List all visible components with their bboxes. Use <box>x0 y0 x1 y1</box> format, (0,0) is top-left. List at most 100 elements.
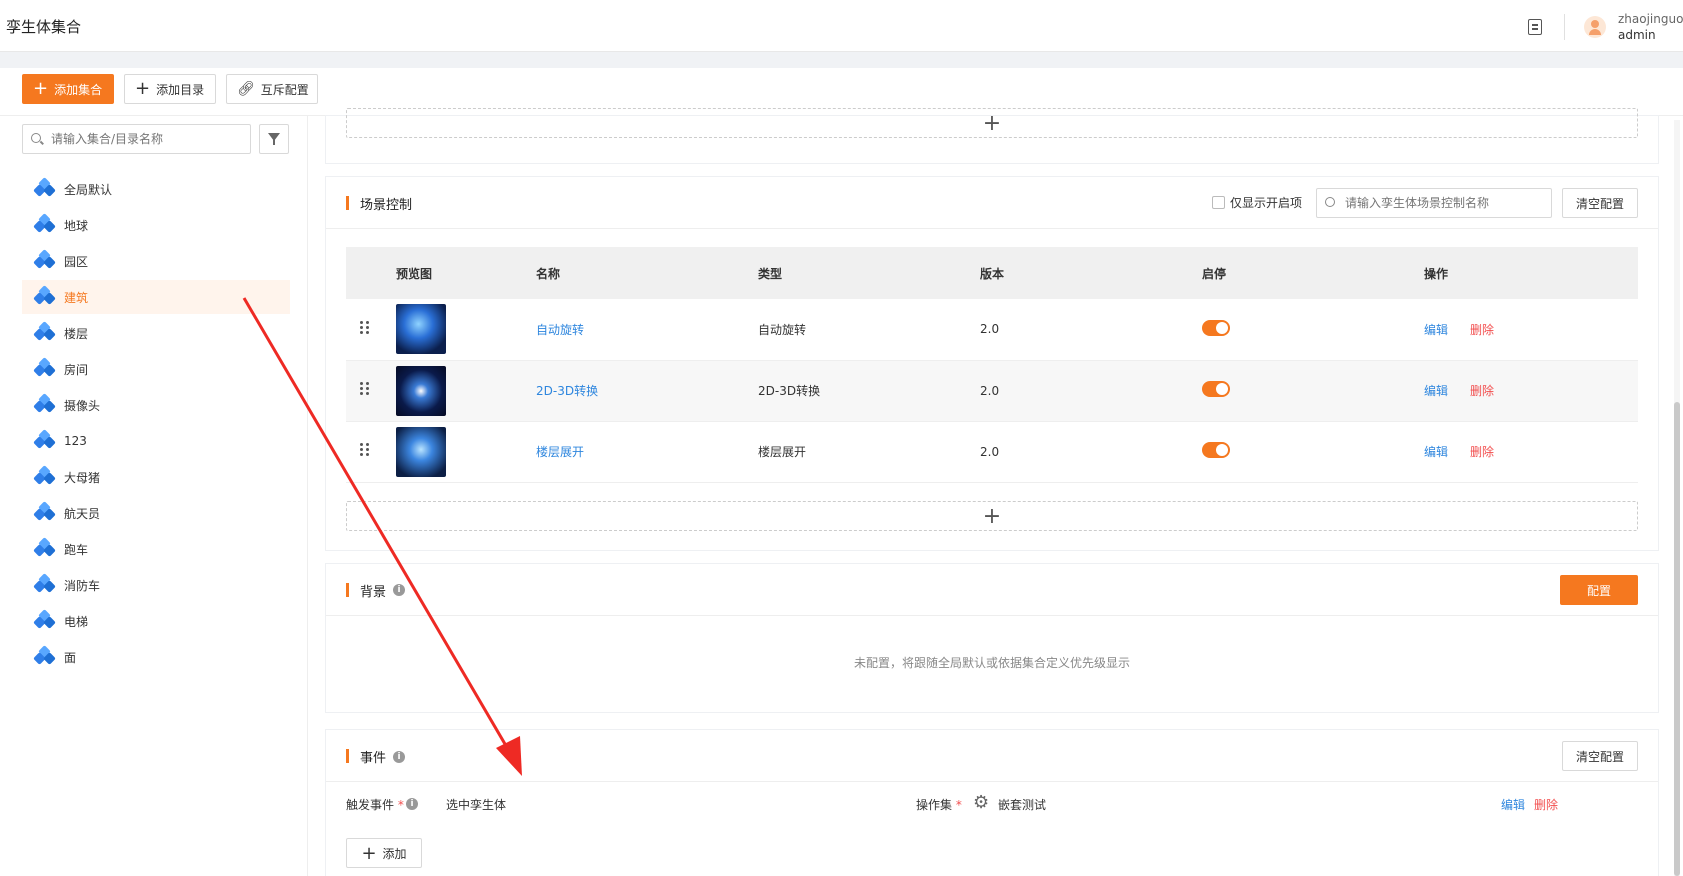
sidebar-item-label: 楼层 <box>64 326 89 341</box>
version-cell: 2.0 <box>980 421 1202 483</box>
user-name: zhaojinguo <box>1618 12 1683 26</box>
table-row[interactable]: 楼层展开 楼层展开 2.0 编辑 删除 <box>346 421 1638 483</box>
delete-link[interactable]: 删除 <box>1470 323 1494 337</box>
drag-handle-icon[interactable] <box>360 443 370 457</box>
avatar[interactable] <box>1584 16 1606 38</box>
add-event-button[interactable]: + 添加 <box>346 838 422 868</box>
scene-search-input[interactable] <box>1345 194 1545 212</box>
sidebar-item[interactable]: 摄像头 <box>22 388 290 422</box>
only-enabled-label: 仅显示开启项 <box>1230 196 1303 210</box>
scene-type: 自动旋转 <box>758 322 807 337</box>
table-row[interactable]: 自动旋转 自动旋转 2.0 编辑 删除 <box>346 299 1638 361</box>
action-set-value: 嵌套测试 <box>998 798 1047 812</box>
add-event-label: 添加 <box>382 846 407 861</box>
preview-thumbnail <box>396 304 446 355</box>
drag-cell[interactable] <box>346 421 396 483</box>
sidebar-item[interactable]: 面 <box>22 640 290 674</box>
scene-type: 2D-3D转换 <box>758 384 821 398</box>
scene-type: 楼层展开 <box>758 445 807 459</box>
edit-link[interactable]: 编辑 <box>1424 384 1448 398</box>
info-icon[interactable]: i <box>393 751 405 763</box>
sidebar-item[interactable]: 全局默认 <box>22 172 290 206</box>
name-cell: 自动旋转 <box>536 299 758 361</box>
table-row[interactable]: 2D-3D转换 2D-3D转换 2.0 编辑 删除 <box>346 360 1638 422</box>
sidebar-item-label: 消防车 <box>64 578 101 593</box>
toggle-cell <box>1202 421 1424 483</box>
events-panel-title: 事件 <box>360 751 387 766</box>
info-icon[interactable]: i <box>406 798 418 810</box>
preview-thumbnail <box>396 426 446 477</box>
top-panel: + <box>326 108 1658 163</box>
sidebar-item-label: 建筑 <box>64 290 89 305</box>
background-config-button[interactable]: 配置 <box>1560 575 1638 605</box>
column-header: 类型 <box>758 247 980 299</box>
scrollbar-thumb[interactable] <box>1674 402 1680 876</box>
sidebar-item[interactable]: 123 <box>22 424 290 458</box>
toggle-cell <box>1202 299 1424 361</box>
sidebar-item[interactable]: 楼层 <box>22 316 290 350</box>
preview-cell <box>396 421 536 483</box>
edit-link[interactable]: 编辑 <box>1424 323 1448 337</box>
cube-cluster-icon <box>33 645 56 667</box>
sidebar-item[interactable]: 跑车 <box>22 532 290 566</box>
drag-cell[interactable] <box>346 360 396 422</box>
sidebar-item-label: 园区 <box>64 254 89 269</box>
sidebar-item[interactable]: 建筑 <box>22 280 290 314</box>
edit-link[interactable]: 编辑 <box>1424 445 1448 459</box>
scene-version: 2.0 <box>980 383 1000 398</box>
sidebar-item[interactable]: 房间 <box>22 352 290 386</box>
info-icon[interactable]: i <box>393 584 405 596</box>
scene-clear-button[interactable]: 清空配置 <box>1562 188 1638 218</box>
drag-cell[interactable] <box>346 299 396 361</box>
event-delete-link[interactable]: 删除 <box>1534 796 1558 813</box>
cube-cluster-icon <box>33 465 56 487</box>
sidebar-item[interactable]: 消防车 <box>22 568 290 602</box>
required-mark: * <box>952 798 962 812</box>
scene-name-link[interactable]: 自动旋转 <box>536 323 584 337</box>
plus-icon: + <box>33 78 49 99</box>
event-edit-link[interactable]: 编辑 <box>1501 796 1525 813</box>
trigger-event-value: 选中孪生体 <box>446 798 507 812</box>
app-header: 孪生体集合 zhaojinguo admin <box>0 0 1683 52</box>
enable-toggle[interactable] <box>1202 442 1230 458</box>
drag-handle-icon[interactable] <box>360 382 370 396</box>
sidebar-item[interactable]: 电梯 <box>22 604 290 638</box>
only-enabled-checkbox[interactable] <box>1212 196 1225 209</box>
delete-link[interactable]: 删除 <box>1470 445 1494 459</box>
sidebar-item[interactable]: 航天员 <box>22 496 290 530</box>
add-item-button[interactable]: + <box>346 108 1638 138</box>
cube-cluster-icon <box>33 177 56 199</box>
actions-cell: 编辑 删除 <box>1424 299 1638 361</box>
sidebar-item-label: 全局默认 <box>64 182 113 197</box>
mutex-config-button[interactable]: 🔗︎ 互斥配置 <box>226 74 318 104</box>
background-panel-title: 背景 <box>360 585 387 600</box>
cube-cluster-icon <box>33 285 56 307</box>
sidebar-item[interactable]: 地球 <box>22 208 290 242</box>
add-directory-button[interactable]: + 添加目录 <box>124 74 216 104</box>
scene-name-link[interactable]: 楼层展开 <box>536 445 584 459</box>
enable-toggle[interactable] <box>1202 319 1230 336</box>
collection-search[interactable] <box>22 124 251 154</box>
page-title: 孪生体集合 <box>6 18 82 36</box>
sidebar-item[interactable]: 大母猪 <box>22 460 290 494</box>
document-icon[interactable] <box>1528 19 1542 35</box>
drag-column-header <box>346 247 396 299</box>
scene-name-link[interactable]: 2D-3D转换 <box>536 384 598 398</box>
cube-cluster-icon <box>33 429 56 451</box>
delete-link[interactable]: 删除 <box>1470 384 1494 398</box>
add-collection-button[interactable]: + 添加集合 <box>22 74 114 104</box>
gear-icon: ⚙ <box>973 792 990 813</box>
enable-toggle[interactable] <box>1202 381 1230 397</box>
events-panel: 事件 i 清空配置 触发事件 * i 选中孪生体 操作集 * ⚙ 嵌套测试 编辑… <box>326 730 1658 876</box>
events-clear-button[interactable]: 清空配置 <box>1562 741 1638 771</box>
drag-handle-icon[interactable] <box>360 320 370 335</box>
scene-search[interactable] <box>1316 188 1552 218</box>
sidebar-item-label: 123 <box>64 434 87 448</box>
link-icon: 🔗︎ <box>237 81 255 97</box>
collection-search-input[interactable] <box>51 130 246 148</box>
filter-icon[interactable] <box>259 124 289 154</box>
action-set-label-text: 操作集 <box>916 798 953 812</box>
sidebar-item[interactable]: 园区 <box>22 244 290 278</box>
type-cell: 2D-3D转换 <box>758 360 980 422</box>
add-scene-button[interactable]: + <box>346 501 1638 531</box>
